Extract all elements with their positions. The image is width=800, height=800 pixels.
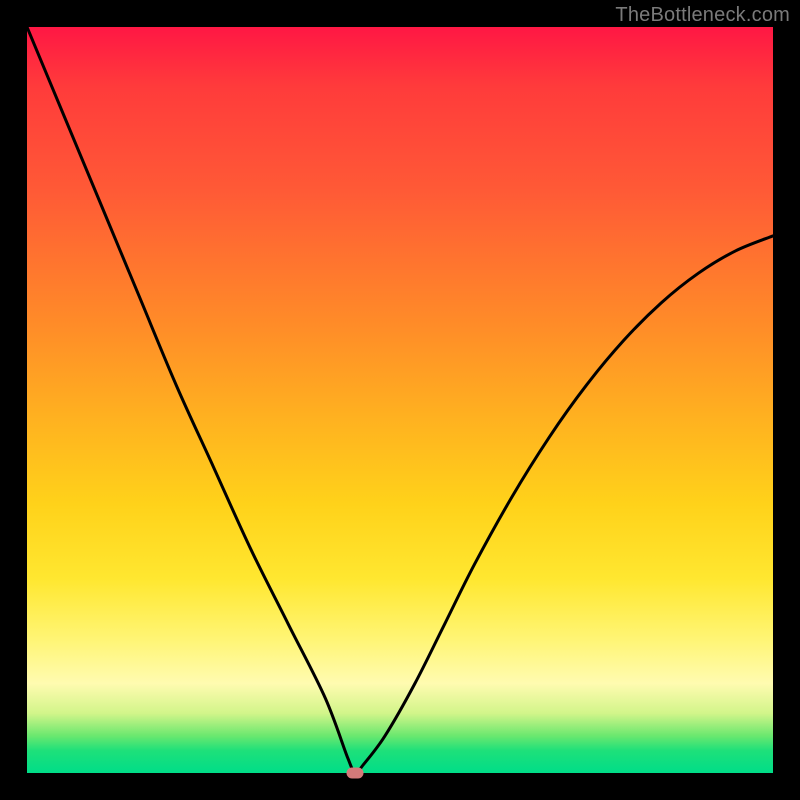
optimum-marker	[347, 768, 364, 779]
plot-area	[27, 27, 773, 773]
bottleneck-curve	[27, 27, 773, 773]
watermark-text: TheBottleneck.com	[615, 4, 790, 27]
chart-frame: TheBottleneck.com	[0, 0, 800, 800]
curve-path	[27, 27, 773, 773]
